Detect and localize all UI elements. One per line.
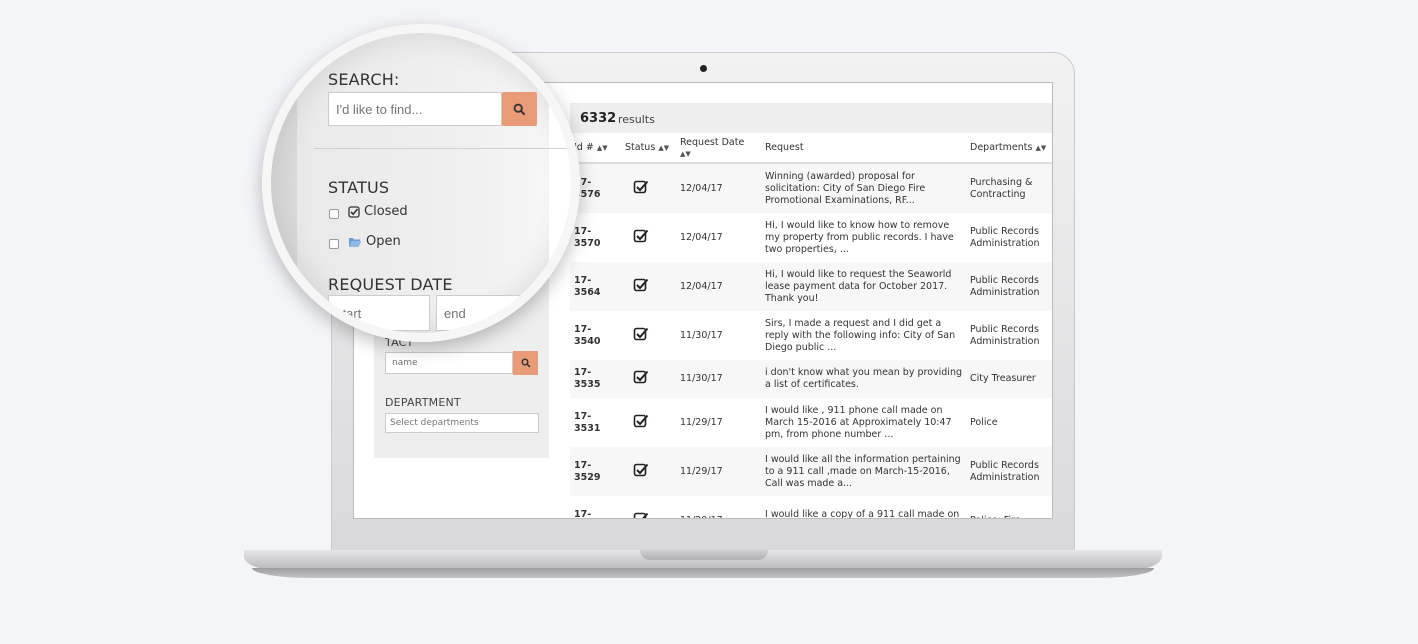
check-square-icon <box>633 414 649 427</box>
request-date: 11/29/17 <box>676 447 761 496</box>
date-start-input[interactable] <box>328 295 430 331</box>
request-department: Police; Fire- <box>966 496 1052 519</box>
sort-icon: ▲▼ <box>680 149 691 158</box>
search-label: SEARCH: <box>328 70 400 89</box>
request-id[interactable]: 17-3540 <box>570 311 621 360</box>
request-date: 11/29/17 <box>680 416 723 428</box>
check-square-icon <box>633 370 649 384</box>
request-text[interactable]: i don't know what you mean by providing … <box>761 360 966 398</box>
table-row[interactable]: 17-3531 11/29/17 I would like , 911 phone … <box>570 398 1052 447</box>
request-department: Police <box>970 416 998 428</box>
request-status <box>621 163 676 213</box>
table-row[interactable]: 17-3576 12/04/17 Winning (awarded) proposa… <box>570 163 1052 213</box>
check-square-icon <box>633 180 649 193</box>
magnifier-lens: SEARCH: STATUS Closed Open REQUEST DATE <box>262 24 580 342</box>
request-department: Public Records Administration <box>970 225 1040 249</box>
request-department: Public Records Administration <box>966 262 1052 311</box>
contact-name-input[interactable] <box>385 352 513 374</box>
search-button[interactable] <box>502 92 537 126</box>
contact-search-button[interactable] <box>513 351 538 375</box>
table-row[interactable]: 17-3570 12/04/17 Hi, I would like to know … <box>570 213 1052 262</box>
request-text[interactable]: I would like a copy of a 911 call made o… <box>761 496 966 519</box>
column-request: Request <box>761 133 966 164</box>
table-row[interactable]: 17-3540 11/30/17 Sirs, I made a request an… <box>570 311 1052 360</box>
request-date-label: REQUEST DATE <box>328 275 453 294</box>
check-square-icon <box>633 463 649 476</box>
request-id[interactable]: 17-3564 <box>570 262 621 311</box>
request-text[interactable]: I would like all the information pertain… <box>761 447 966 496</box>
sort-icon: ▲▼ <box>596 144 608 152</box>
laptop-base-edge <box>252 568 1154 578</box>
results-count: 6332 <box>580 111 617 126</box>
request-text[interactable]: Sirs, I made a request and I did get a r… <box>761 311 966 360</box>
request-text[interactable]: Winning (awarded) proposal for solicitat… <box>761 163 966 213</box>
request-department: Public Records Administration <box>970 323 1040 347</box>
results-label: results <box>618 113 655 126</box>
request-status <box>621 311 676 360</box>
column-request-date[interactable]: Request Date ▲▼ <box>676 133 761 164</box>
request-date: 12/04/17 <box>676 262 761 311</box>
department-label: DEPARTMENT <box>385 396 461 409</box>
date-end-input[interactable] <box>436 295 538 331</box>
request-status <box>621 398 676 447</box>
requests-table: Id # ▲▼ Status ▲▼ Request Date ▲▼ Reques… <box>570 133 1052 519</box>
request-text[interactable]: I would like , 911 phone call made on Ma… <box>761 398 966 447</box>
check-square-icon <box>633 327 649 340</box>
sort-icon: ▲▼ <box>658 144 670 152</box>
table-row[interactable]: 17-3535 11/30/17 i don't know what you mea… <box>570 360 1052 398</box>
request-id[interactable]: 17-3535 <box>570 360 621 398</box>
request-date: 11/30/17 <box>680 329 723 341</box>
folder-open-icon <box>349 237 362 247</box>
request-text[interactable]: Hi, I would like to request the Seaworld… <box>761 262 966 311</box>
request-department: Public Records Administration <box>966 447 1052 496</box>
table-row[interactable]: 17-3526 11/29/17I would like a copy of a … <box>570 496 1052 519</box>
status-label: STATUS <box>328 178 390 197</box>
results-bar: 6332 results <box>570 103 1052 133</box>
request-text[interactable]: Hi, I would like to know how to remove m… <box>761 213 966 262</box>
column-status[interactable]: Status ▲▼ <box>621 133 676 164</box>
check-square-icon <box>633 229 649 242</box>
request-id[interactable]: 17-3531 <box>570 398 621 447</box>
request-status <box>621 262 676 311</box>
request-date: 11/29/17 <box>676 496 761 519</box>
column-departments[interactable]: Departments ▲▼ <box>966 133 1052 164</box>
divider <box>314 148 571 149</box>
request-status <box>621 213 676 262</box>
check-square-icon <box>633 278 649 291</box>
department-select[interactable] <box>385 413 539 433</box>
status-option-open[interactable]: Open <box>348 234 401 249</box>
status-open-checkbox[interactable] <box>329 239 339 249</box>
table-row[interactable]: 17-3529 11/29/17 I would like all the info… <box>570 447 1052 496</box>
search-input[interactable] <box>328 92 502 126</box>
laptop-notch <box>640 550 768 560</box>
request-department: Purchasing & Contracting <box>966 163 1052 213</box>
check-square-icon <box>633 512 649 518</box>
status-option-closed[interactable]: Closed <box>348 204 408 219</box>
request-status <box>621 496 676 518</box>
request-id[interactable]: 17-3570 <box>570 213 621 262</box>
request-date: 12/04/17 <box>680 231 723 243</box>
sort-icon: ▲▼ <box>1035 144 1047 152</box>
search-icon <box>513 103 526 115</box>
table-row[interactable]: 17-3564 12/04/17 Hi, I would like to reque… <box>570 262 1052 311</box>
search-icon <box>521 358 531 368</box>
request-date: 11/30/17 <box>676 360 761 398</box>
camera-icon <box>700 65 707 72</box>
request-id[interactable]: 17-3526 <box>570 496 621 519</box>
request-department: City Treasurer <box>966 360 1052 398</box>
status-closed-checkbox[interactable] <box>329 209 339 219</box>
request-status <box>621 360 676 398</box>
request-status <box>621 447 676 496</box>
request-id[interactable]: 17-3529 <box>570 447 621 496</box>
check-square-icon <box>348 205 360 218</box>
request-date: 12/04/17 <box>676 163 761 213</box>
